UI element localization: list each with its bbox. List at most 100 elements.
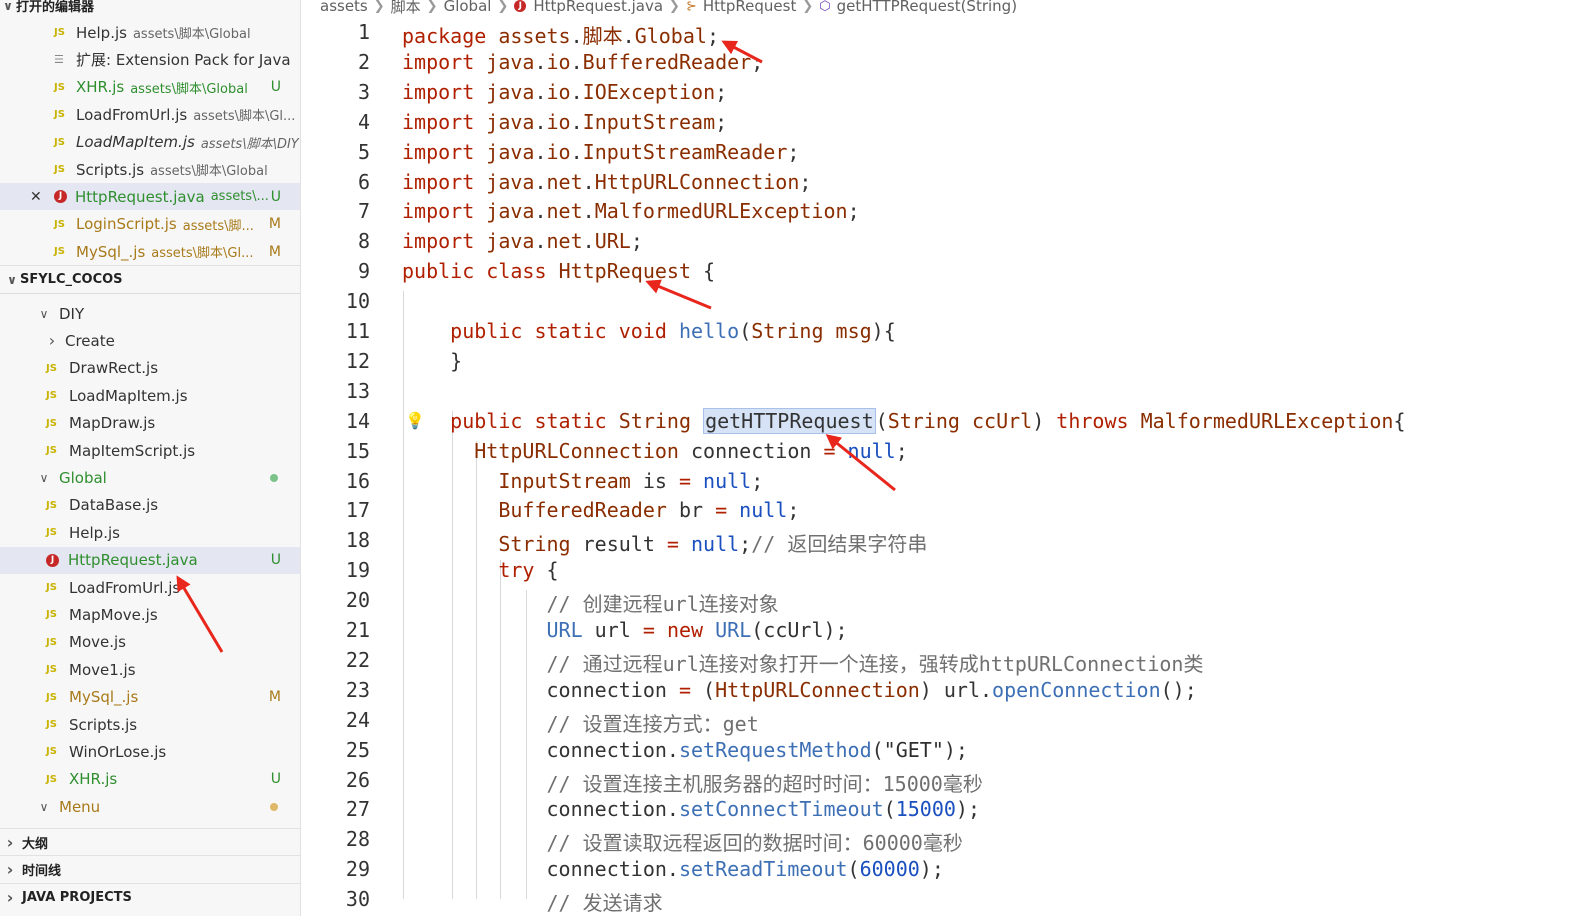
open-editor-item[interactable]: ☰ 扩展: Extension Pack for Java [0,46,300,73]
chevron-right-icon: › [6,888,14,907]
code-token: IOException [582,79,716,104]
code-token: public [450,319,523,343]
tree-item[interactable]: JS Help.js [0,519,300,546]
code-token: java [486,169,535,194]
tree-item[interactable]: JS Scripts.js [0,711,300,738]
open-editor-item[interactable]: JS XHR.js assets\脚本\Global U [0,74,300,101]
tree-item[interactable]: ∨ Menu [0,793,300,820]
breadcrumb-item-assets[interactable]: assets [320,0,368,15]
tree-item[interactable]: JS Move.js [0,629,300,656]
code-token: null [691,532,740,557]
code-token: "GET" [883,737,944,762]
git-status-badge: U [270,552,281,569]
code-token: 15000 [895,797,956,822]
code-token: Global [634,24,707,48]
js-file-icon: JS [46,719,57,730]
tree-item[interactable]: ∨ DIY [0,300,300,327]
line-number: 16 [345,468,370,493]
open-editor-item[interactable]: JS LoginScript.js assets\脚... M [0,211,300,238]
js-file-icon: JS [46,362,57,374]
open-editor-name: LoginScript.js [76,215,177,234]
chevron-right-icon: ❯ [669,0,680,14]
code-token: ; [739,532,752,557]
code-token: = [666,532,679,557]
breadcrumb-item-scripts[interactable]: 脚本 [391,0,421,17]
line-number: 10 [345,289,370,314]
project-header[interactable]: ∨ SFYLC_COCOS [0,266,300,293]
tree-item[interactable]: JS MapItemScript.js [0,437,300,464]
open-editor-item[interactable]: JS MySql_.js assets\脚本\Gl... M [0,238,300,265]
tree-item[interactable]: ∨ Global [0,464,300,491]
project-title: SFYLC_COCOS [20,272,123,287]
code-line: try { [402,558,558,582]
collapsed-section-header[interactable]: › 大纲 [0,829,300,856]
breadcrumb-item-global[interactable]: Global [444,0,492,15]
code-line: HttpURLConnection connection = null; [402,439,908,463]
chevron-down-icon[interactable]: ∨ [36,800,52,814]
chevron-down-icon[interactable]: ∨ [36,471,52,485]
open-editor-name: XHR.js [76,78,125,97]
code-token: ); [919,857,944,882]
open-editor-item[interactable]: JS Scripts.js assets\脚本\Global [0,156,300,183]
line-number: 6 [357,169,370,194]
code-token: . [582,169,595,194]
chevron-right-icon: ❯ [802,0,814,14]
tree-item[interactable]: JS MapDraw.js [0,410,300,437]
js-file-icon: JS [54,81,65,93]
java-file-icon: J [46,553,59,567]
code-token: ; [706,24,719,48]
breadcrumb-item-file[interactable]: HttpRequest.java [533,0,663,15]
code-token: MalformedURLException [1140,408,1394,433]
collapsed-section-header[interactable]: › 时间线 [0,856,300,883]
tree-item[interactable]: J HttpRequest.java U [0,546,300,574]
section-divider [0,293,300,294]
line-number: 3 [357,79,370,104]
line-number: 12 [345,348,370,373]
tree-item[interactable]: JS XHR.js U [0,766,300,793]
breadcrumb-item-class[interactable]: HttpRequest [703,0,797,15]
code-line: // 设置连接主机服务器的超时时间：15000毫秒 [402,768,983,797]
open-editor-path: assets\脚本\Global [130,81,248,97]
tree-item[interactable]: JS DataBase.js [0,492,300,519]
chevron-down-icon: ∨ [7,272,17,287]
tree-item[interactable]: › Create [0,327,300,354]
code-token: static [534,408,607,433]
tree-item-label: DataBase.js [69,496,159,515]
line-number: 22 [345,647,370,672]
tree-item-label: WinOrLose.js [69,742,167,761]
code-token: URL [546,618,583,642]
chevron-down-icon[interactable]: ∨ [36,307,52,321]
open-editor-item[interactable]: ✕ J HttpRequest.java assets\... U [0,183,300,211]
code-editor[interactable]: 💡 1 package assets.脚本.Global; 2 import java… [302,18,1574,916]
breadcrumb-item-method[interactable]: getHTTPRequest(String) [837,0,1017,15]
collapsed-section-header[interactable]: › JAVA PROJECTS [0,884,300,911]
code-token: // 设置连接方式：get [546,711,759,736]
open-editor-name: HttpRequest.java [75,187,205,206]
code-token: HttpURLConnection [715,677,920,702]
java-file-icon: J [54,190,67,204]
open-editor-item[interactable]: JS LoadFromUrl.js assets\脚本\Gl... [0,101,300,128]
open-editors-header[interactable]: ∨ 打开的编辑器 [0,0,300,19]
open-editor-item[interactable]: JS LoadMapItem.js assets\脚本\DIY [0,129,300,156]
tree-item[interactable]: JS LoadMapItem.js [0,382,300,409]
code-token: InputStream [582,109,716,134]
section-title: 时间线 [22,864,62,879]
code-token: import [402,229,475,254]
tree-item-label: HttpRequest.java [68,551,198,570]
line-number: 1 [357,20,370,44]
chevron-right-icon[interactable]: › [46,331,58,350]
close-icon[interactable]: ✕ [30,189,46,205]
tree-item[interactable]: JS LoadFromUrl.js [0,574,300,601]
tree-item[interactable]: JS MapMove.js [0,601,300,628]
tree-item[interactable]: JS MySql_.js M [0,684,300,711]
tree-item[interactable]: JS WinOrLose.js [0,738,300,765]
open-editor-item[interactable]: JS Help.js assets\脚本\Global [0,19,300,46]
tree-item[interactable]: JS DrawRect.js [0,355,300,382]
tree-item-label: Move1.js [69,660,136,679]
code-token: java [486,139,535,164]
code-token: InputStream [498,468,631,493]
tree-item[interactable]: JS Move1.js [0,656,300,683]
